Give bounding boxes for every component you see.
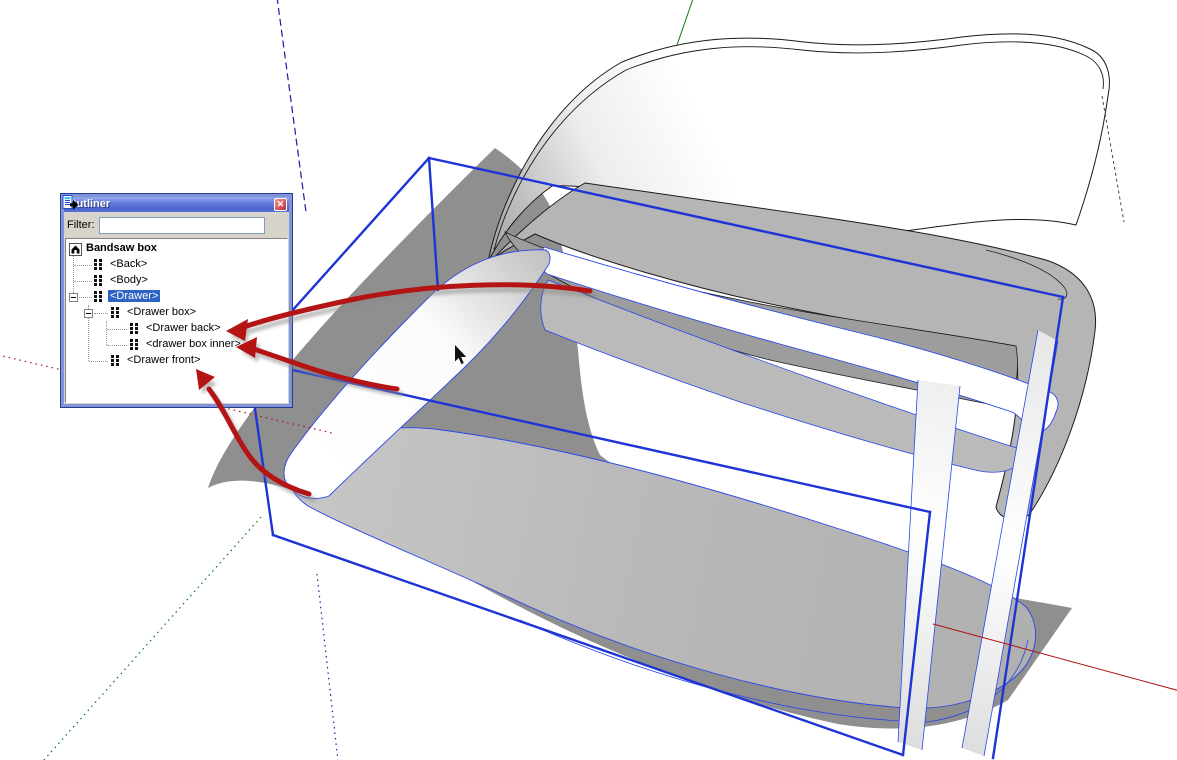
close-icon[interactable]: ✕ (274, 198, 287, 211)
tree-item-label: <Drawer back> (146, 322, 221, 334)
outliner-panel: Outliner ✕ Filter: (60, 193, 293, 408)
tree-item-label: <Body> (110, 274, 148, 286)
outliner-tree: Bandsaw box <Back> <Body> (65, 238, 288, 403)
filter-input[interactable] (99, 217, 266, 234)
filter-label: Filter: (67, 219, 95, 231)
tree-row-drawer-box-inner[interactable]: <drawer box inner> (66, 337, 287, 353)
tree-row-root[interactable]: Bandsaw box (66, 241, 287, 257)
green-axis-positive (677, 0, 694, 45)
details-flyout-icon[interactable] (268, 216, 286, 234)
collapse-expander-icon[interactable] (69, 293, 78, 302)
tree-item-label: <Drawer box> (127, 306, 196, 318)
outliner-titlebar[interactable]: Outliner ✕ (64, 197, 289, 212)
green-axis-negative (43, 517, 261, 760)
tree-item-label: Bandsaw box (86, 242, 157, 254)
tree-row-drawer-box[interactable]: <Drawer box> (66, 305, 287, 321)
filter-row: Filter: (64, 212, 289, 238)
tree-item-label: <drawer box inner> (146, 338, 241, 350)
blue-axis-negative (317, 574, 338, 760)
blue-axis-upper (277, 0, 306, 212)
outliner-body: Filter: (64, 212, 289, 404)
tree-row-drawer[interactable]: <Drawer> (66, 289, 287, 305)
tree-row-drawer-back[interactable]: <Drawer back> (66, 321, 287, 337)
tree-row-back[interactable]: <Back> (66, 257, 287, 273)
tree-row-body[interactable]: <Body> (66, 273, 287, 289)
collapse-expander-icon[interactable] (84, 309, 93, 318)
tree-item-label: <Drawer front> (127, 354, 200, 366)
tree-item-label-selected: <Drawer> (108, 290, 160, 302)
tree-item-label: <Back> (110, 258, 147, 270)
tree-row-drawer-front[interactable]: <Drawer front> (66, 353, 287, 369)
panel-title: Outliner (68, 198, 274, 211)
